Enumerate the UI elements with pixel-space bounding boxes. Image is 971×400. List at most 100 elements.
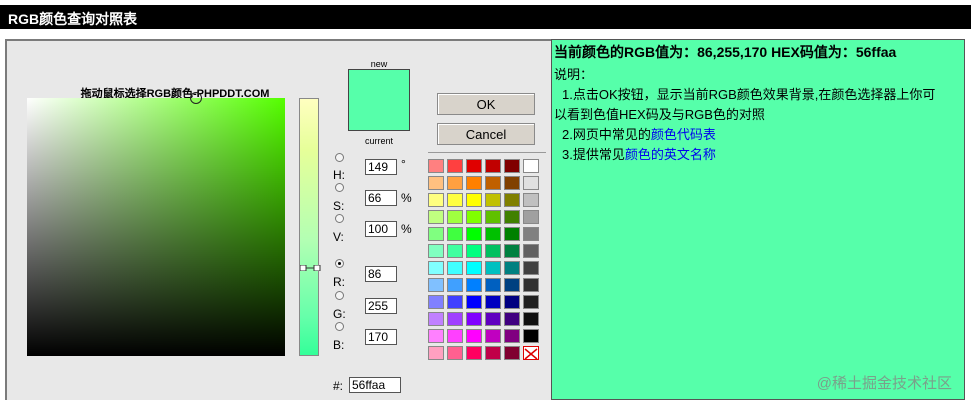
palette-swatch[interactable] bbox=[428, 295, 444, 309]
h-radio[interactable] bbox=[335, 153, 344, 162]
palette-swatch[interactable] bbox=[447, 278, 463, 292]
palette-swatch[interactable] bbox=[485, 261, 501, 275]
palette-swatch[interactable] bbox=[504, 295, 520, 309]
color-names-link[interactable]: 颜色的英文名称 bbox=[625, 147, 716, 162]
v-radio[interactable] bbox=[335, 214, 344, 223]
palette-swatch[interactable] bbox=[523, 329, 539, 343]
palette-swatch[interactable] bbox=[447, 210, 463, 224]
palette-swatch[interactable] bbox=[523, 295, 539, 309]
palette-swatch[interactable] bbox=[428, 193, 444, 207]
color-picker-panel: 拖动鼠标选择RGB颜色-PHPDDT.COM new current OK Ca… bbox=[5, 39, 551, 400]
palette-swatch[interactable] bbox=[466, 295, 482, 309]
palette-swatch[interactable] bbox=[428, 278, 444, 292]
palette-swatch[interactable] bbox=[485, 176, 501, 190]
palette-swatch[interactable] bbox=[447, 329, 463, 343]
palette-swatch[interactable] bbox=[504, 312, 520, 326]
color-code-table-link[interactable]: 颜色代码表 bbox=[651, 127, 716, 142]
palette-swatch[interactable] bbox=[523, 261, 539, 275]
palette-swatch[interactable] bbox=[447, 193, 463, 207]
palette-swatch[interactable] bbox=[485, 312, 501, 326]
v-field[interactable]: 100 bbox=[365, 221, 397, 237]
palette-swatch[interactable] bbox=[485, 295, 501, 309]
palette-swatch[interactable] bbox=[447, 159, 463, 173]
palette-swatch[interactable] bbox=[504, 210, 520, 224]
r-field[interactable]: 86 bbox=[365, 266, 397, 282]
no-color-cell[interactable] bbox=[523, 346, 539, 360]
saturation-value-field[interactable] bbox=[27, 98, 285, 356]
palette-swatch[interactable] bbox=[485, 159, 501, 173]
palette-swatch[interactable] bbox=[466, 329, 482, 343]
palette-swatch[interactable] bbox=[485, 227, 501, 241]
palette-swatch[interactable] bbox=[447, 227, 463, 241]
palette-swatch[interactable] bbox=[428, 261, 444, 275]
palette-swatch[interactable] bbox=[466, 193, 482, 207]
palette-swatch[interactable] bbox=[504, 159, 520, 173]
palette-swatch[interactable] bbox=[485, 346, 501, 360]
ok-button[interactable]: OK bbox=[437, 93, 535, 115]
palette-swatch[interactable] bbox=[504, 261, 520, 275]
sv-cursor-handle[interactable] bbox=[190, 92, 202, 104]
palette-swatch[interactable] bbox=[428, 210, 444, 224]
r-radio[interactable] bbox=[335, 259, 344, 268]
palette-swatch[interactable] bbox=[428, 312, 444, 326]
palette-swatch[interactable] bbox=[428, 329, 444, 343]
s-radio[interactable] bbox=[335, 183, 344, 192]
palette-swatch[interactable] bbox=[523, 176, 539, 190]
palette-swatch[interactable] bbox=[447, 244, 463, 258]
h-field[interactable]: 149 bbox=[365, 159, 397, 175]
palette-swatch[interactable] bbox=[485, 210, 501, 224]
intro-label: 说明： bbox=[554, 67, 594, 82]
palette-swatch[interactable] bbox=[523, 244, 539, 258]
palette-swatch[interactable] bbox=[466, 159, 482, 173]
palette-swatch[interactable] bbox=[428, 227, 444, 241]
palette-swatch[interactable] bbox=[523, 278, 539, 292]
palette-swatch[interactable] bbox=[447, 261, 463, 275]
b-field[interactable]: 170 bbox=[365, 329, 397, 345]
palette-swatch[interactable] bbox=[466, 176, 482, 190]
palette-swatch[interactable] bbox=[485, 193, 501, 207]
palette-swatch[interactable] bbox=[523, 193, 539, 207]
palette-swatch[interactable] bbox=[485, 244, 501, 258]
cancel-button[interactable]: Cancel bbox=[437, 123, 535, 145]
palette-swatch[interactable] bbox=[466, 278, 482, 292]
palette-swatch[interactable] bbox=[428, 159, 444, 173]
palette-swatch[interactable] bbox=[466, 346, 482, 360]
palette-swatch[interactable] bbox=[485, 278, 501, 292]
palette-swatch[interactable] bbox=[428, 176, 444, 190]
palette-swatch[interactable] bbox=[466, 261, 482, 275]
hex-field[interactable]: 56ffaa bbox=[349, 377, 401, 393]
palette-swatch[interactable] bbox=[504, 176, 520, 190]
palette-swatch[interactable] bbox=[447, 312, 463, 326]
palette-swatch[interactable] bbox=[447, 295, 463, 309]
palette-swatch[interactable] bbox=[504, 346, 520, 360]
g-field[interactable]: 255 bbox=[365, 298, 397, 314]
b-radio[interactable] bbox=[335, 322, 344, 331]
r-label: R: bbox=[333, 275, 345, 289]
palette-swatch[interactable] bbox=[466, 312, 482, 326]
palette-swatch[interactable] bbox=[447, 346, 463, 360]
palette-swatch[interactable] bbox=[504, 244, 520, 258]
palette-swatch[interactable] bbox=[504, 227, 520, 241]
palette-swatch[interactable] bbox=[428, 346, 444, 360]
palette-swatch[interactable] bbox=[504, 193, 520, 207]
hue-slider-handle[interactable] bbox=[300, 265, 326, 271]
palette-swatch[interactable] bbox=[504, 278, 520, 292]
palette-swatch[interactable] bbox=[523, 227, 539, 241]
palette-swatch[interactable] bbox=[523, 159, 539, 173]
color-result-headline: 当前颜色的RGB值为：86,255,170 HEX码值为：56ffaa bbox=[554, 44, 897, 60]
palette-swatch[interactable] bbox=[504, 329, 520, 343]
palette-swatch[interactable] bbox=[466, 210, 482, 224]
palette-swatch[interactable] bbox=[485, 329, 501, 343]
palette-swatch[interactable] bbox=[523, 210, 539, 224]
s-field[interactable]: 66 bbox=[365, 190, 397, 206]
palette-swatch[interactable] bbox=[466, 227, 482, 241]
b-label: B: bbox=[333, 338, 345, 352]
palette-swatch[interactable] bbox=[447, 176, 463, 190]
hue-slider[interactable] bbox=[299, 98, 319, 356]
g-radio[interactable] bbox=[335, 291, 344, 300]
palette-swatch[interactable] bbox=[523, 312, 539, 326]
palette-swatch[interactable] bbox=[428, 244, 444, 258]
note-line-2: 2.网页中常见的颜色代码表 bbox=[562, 124, 716, 143]
h-label: H: bbox=[333, 168, 345, 182]
palette-swatch[interactable] bbox=[466, 244, 482, 258]
